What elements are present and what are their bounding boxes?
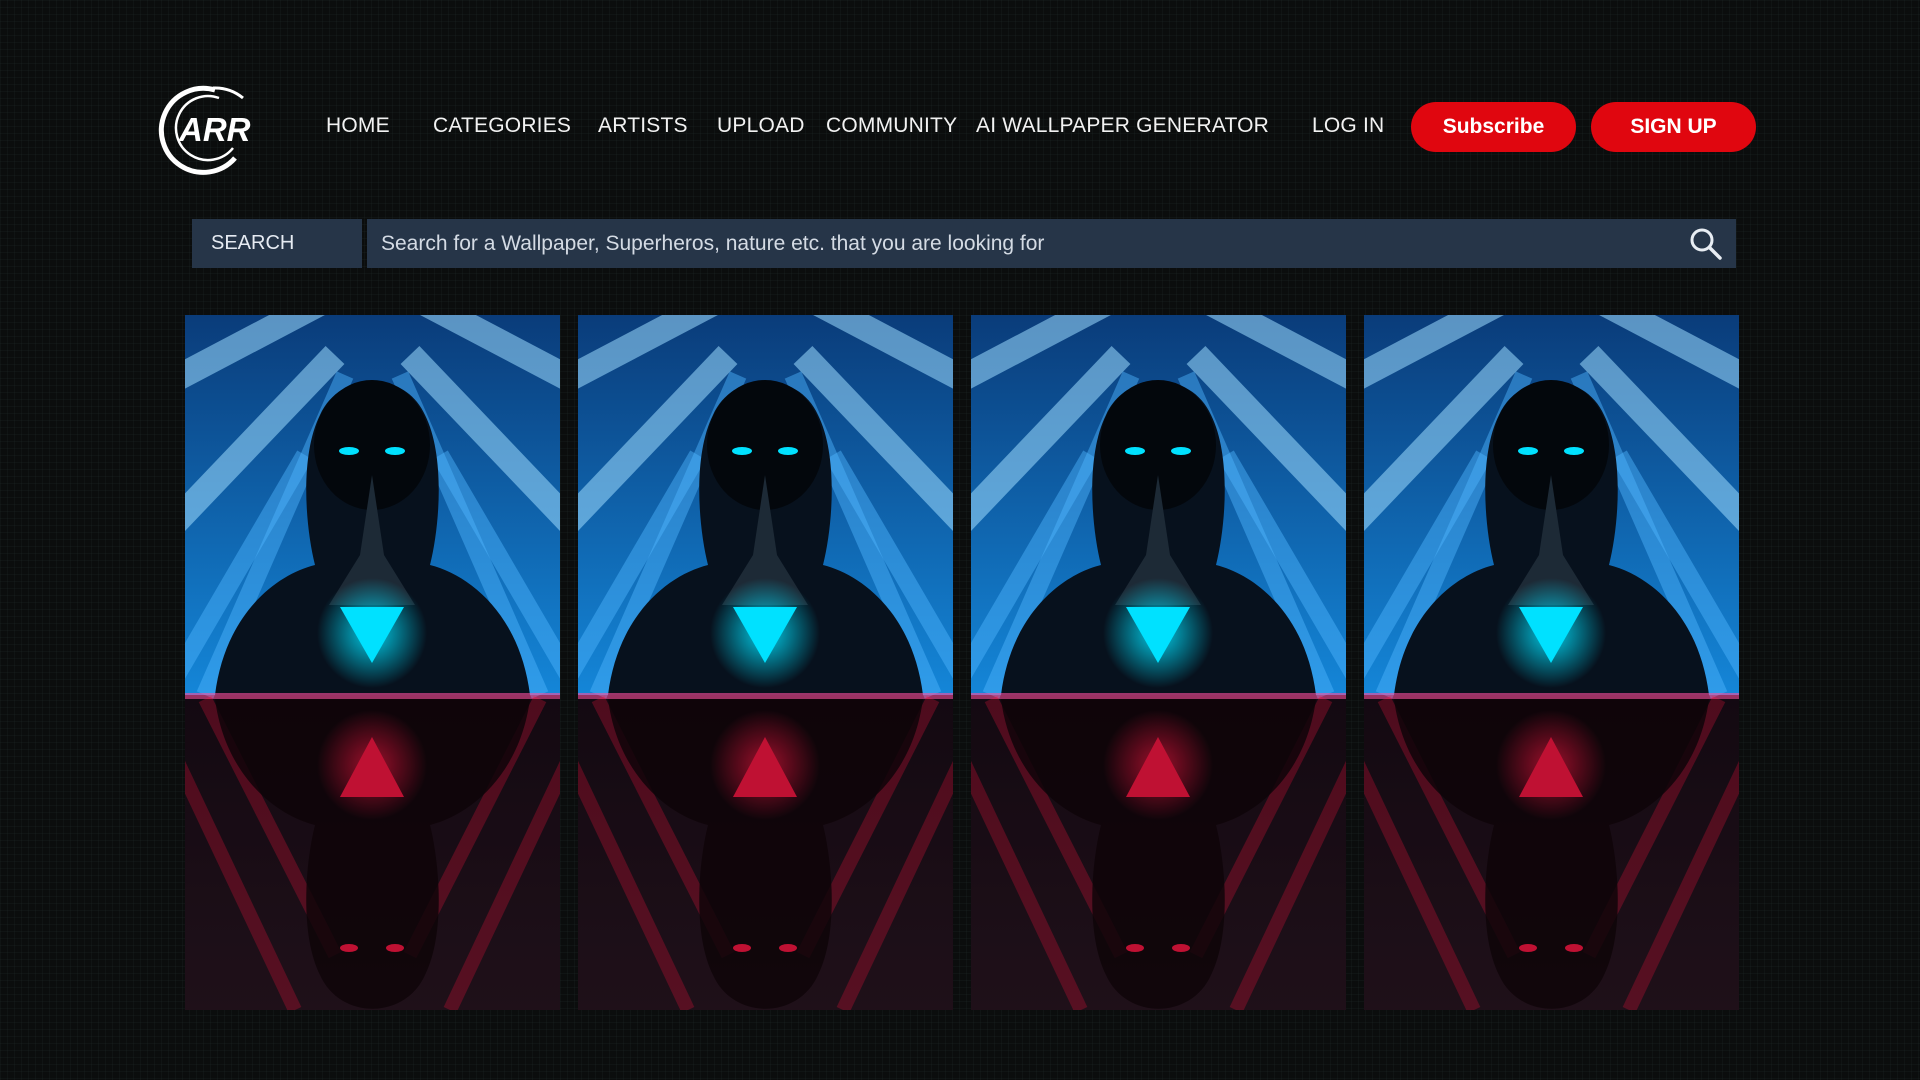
wallpaper-card[interactable] [578, 315, 953, 1010]
brand-logo[interactable]: ARR [153, 84, 285, 176]
wallpaper-card[interactable] [971, 315, 1346, 1010]
nav-upload[interactable]: UPLOAD [717, 114, 805, 138]
search-bar [367, 219, 1736, 268]
signup-button[interactable]: SIGN UP [1591, 102, 1756, 152]
nav-categories[interactable]: CATEGORIES [433, 114, 571, 138]
wallpaper-thumbnail-image [971, 315, 1346, 1010]
wallpaper-thumbnail-image [185, 315, 560, 1010]
nav-home[interactable]: HOME [326, 114, 390, 138]
search-label: SEARCH [192, 219, 362, 268]
wallpaper-thumbnail-image [1364, 315, 1739, 1010]
nav-artists[interactable]: ARTISTS [598, 114, 688, 138]
wallpaper-thumbnail-image [578, 315, 953, 1010]
wallpaper-card[interactable] [185, 315, 560, 1010]
login-link[interactable]: LOG IN [1312, 114, 1384, 138]
nav-community[interactable]: COMMUNITY [826, 114, 957, 138]
nav-ai-wallpaper-generator[interactable]: AI WALLPAPER GENERATOR [976, 114, 1269, 138]
search-input[interactable] [367, 219, 1686, 268]
page: ARR HOME CATEGORIES ARTISTS UPLOAD COMMU… [0, 0, 1920, 1080]
ring-logo-icon: ARR [158, 85, 251, 175]
subscribe-button[interactable]: Subscribe [1411, 102, 1576, 152]
logo-text: ARR [178, 111, 251, 148]
wallpaper-card[interactable] [1364, 315, 1739, 1010]
magnifier-icon[interactable] [1686, 224, 1726, 264]
